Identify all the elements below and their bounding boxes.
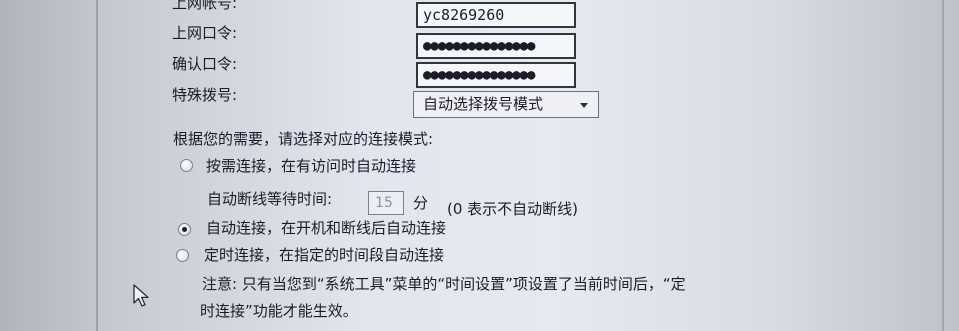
timed-note-line-1: 注意: 只有当您到“系统工具”菜单的“时间设置”项设置了当前时间后，“定 bbox=[202, 275, 686, 293]
password-input[interactable]: ●●●●●●●●●●●●●●● bbox=[416, 33, 576, 59]
username-label: 上网帐号: bbox=[172, 0, 238, 12]
confirm-password-input[interactable]: ●●●●●●●●●●●●●●● bbox=[416, 62, 576, 88]
username-input[interactable]: yc8269260 bbox=[416, 2, 576, 28]
radio-on-demand-label: 按需连接，在有访问时自动连接 bbox=[206, 157, 417, 175]
radio-timed[interactable] bbox=[176, 249, 189, 262]
radio-auto[interactable] bbox=[178, 223, 191, 236]
wait-time-input[interactable]: 15 bbox=[368, 191, 404, 215]
special-dial-label: 特殊拨号: bbox=[172, 86, 238, 104]
special-dial-select[interactable]: 自动选择拨号模式 bbox=[413, 91, 599, 118]
wait-time-unit: 分 bbox=[413, 194, 429, 212]
radio-auto-label: 自动连接，在开机和断线后自动连接 bbox=[206, 219, 447, 237]
radio-timed-label: 定时连接，在指定的时间段自动连接 bbox=[204, 246, 445, 264]
radio-on-demand[interactable] bbox=[180, 159, 193, 172]
special-dial-value: 自动选择拨号模式 bbox=[423, 95, 544, 113]
connection-mode-heading: 根据您的需要，请选择对应的连接模式: bbox=[173, 130, 434, 148]
timed-note-line-2: 时连接”功能才能生效。 bbox=[200, 302, 358, 320]
right-divider bbox=[942, 0, 944, 331]
wan-settings-panel: 上网帐号: yc8269260 上网口令: ●●●●●●●●●●●●●●● 确认… bbox=[0, 0, 959, 331]
mouse-pointer-icon bbox=[133, 284, 149, 307]
password-label: 上网口令: bbox=[172, 24, 238, 42]
wait-time-hint: (0 表示不自动断线) bbox=[447, 200, 579, 218]
left-divider bbox=[96, 0, 98, 331]
wait-time-label: 自动断线等待时间: bbox=[207, 190, 333, 208]
chevron-down-icon bbox=[580, 103, 588, 108]
left-frame bbox=[0, 0, 97, 331]
confirm-password-label: 确认口令: bbox=[172, 55, 238, 73]
